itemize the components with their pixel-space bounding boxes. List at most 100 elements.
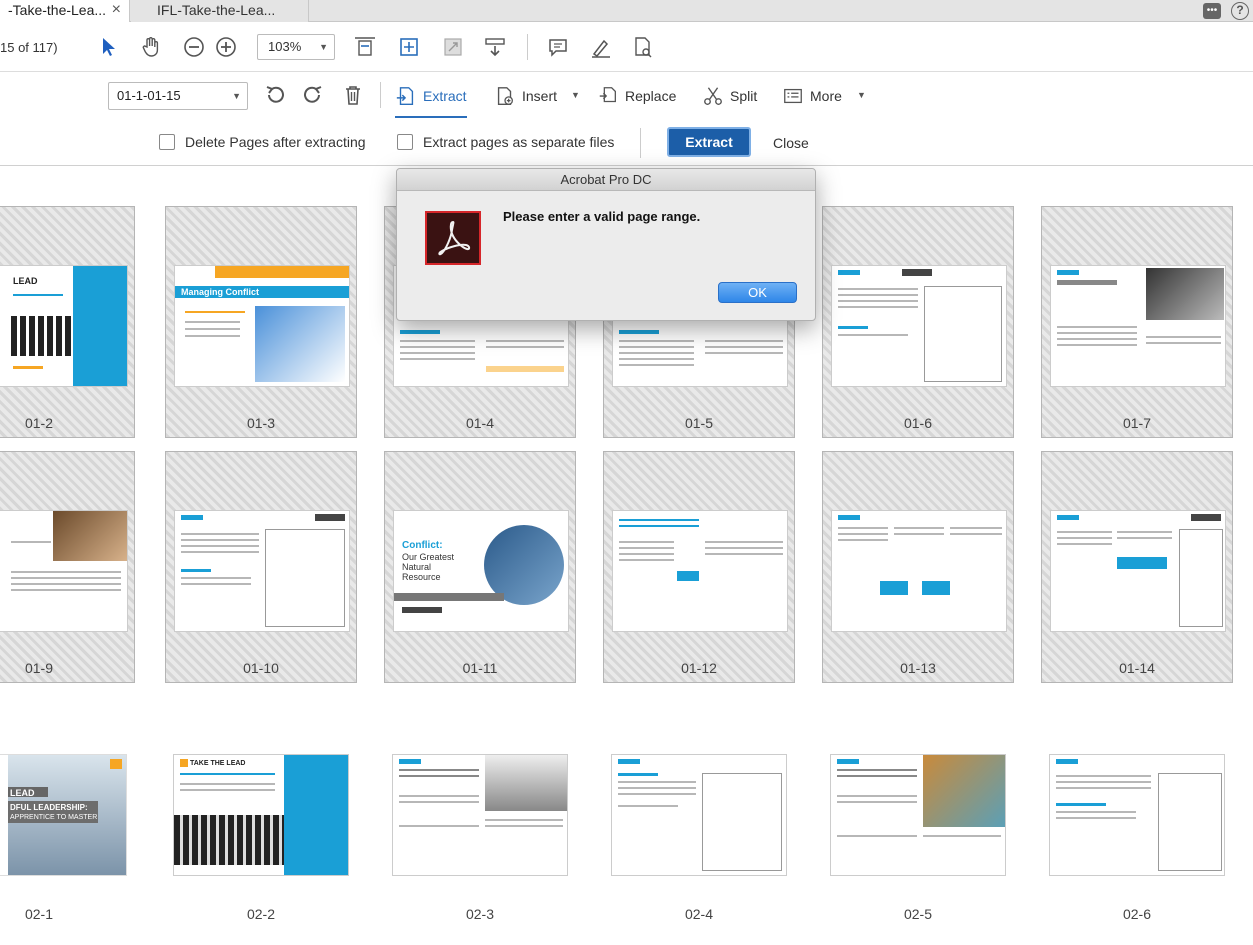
page-thumbnail[interactable]: 01-7: [1041, 206, 1233, 438]
page-range-select[interactable]: 01-1-01-15 ▼: [108, 82, 248, 110]
error-dialog: Acrobat Pro DC Please enter a valid page…: [396, 168, 816, 321]
extract-tool[interactable]: Extract: [395, 82, 467, 118]
page-preview: [1050, 265, 1226, 387]
rotate-left-icon[interactable]: [262, 82, 288, 108]
zoom-in-icon[interactable]: [213, 34, 239, 60]
page-label: 01-11: [462, 660, 498, 676]
scroll-mode-icon[interactable]: [482, 34, 508, 60]
thumb-title: TAKE THE LEAD: [190, 760, 246, 767]
insert-dropdown-icon[interactable]: ▼: [571, 90, 580, 100]
tab-bar-right-icons: ••• ?: [1203, 0, 1253, 22]
rotate-right-icon[interactable]: [300, 82, 326, 108]
page-thumbnail[interactable]: 02-6: [1041, 696, 1233, 928]
more-list-icon: [784, 88, 802, 104]
page-label: 01-14: [1119, 660, 1155, 676]
page-label: 02-2: [246, 906, 276, 922]
page-thumbnail[interactable]: 01-9: [0, 451, 135, 683]
insert-tool-label: Insert: [522, 88, 558, 104]
fill-sign-icon[interactable]: [630, 34, 656, 60]
extract-tool-label: Extract: [423, 88, 467, 104]
tab-label: -Take-the-Lea...: [8, 2, 107, 18]
page-label: 02-5: [903, 906, 933, 922]
extract-options-bar: Delete Pages after extracting Extract pa…: [0, 118, 1253, 166]
delete-pages-checkbox[interactable]: Delete Pages after extracting: [159, 134, 366, 150]
replace-icon: [599, 87, 616, 103]
page-preview: LEAD DFUL LEADERSHIP: APPRENTICE TO MAST…: [0, 754, 127, 876]
close-tab-icon[interactable]: ×: [112, 0, 121, 20]
more-dropdown-icon[interactable]: ▼: [857, 90, 866, 100]
page-count: 15 of 117): [0, 40, 58, 55]
help-icon[interactable]: ?: [1231, 2, 1249, 20]
page-thumbnail[interactable]: 01-13: [822, 451, 1014, 683]
separate-files-checkbox[interactable]: Extract pages as separate files: [397, 134, 614, 150]
messages-icon[interactable]: •••: [1203, 3, 1221, 19]
tab-document-inactive[interactable]: IFL-Take-the-Lea...: [131, 0, 309, 22]
thumb-title: Conflict:: [402, 540, 443, 551]
tab-label: IFL-Take-the-Lea...: [157, 2, 276, 18]
page-thumbnail[interactable]: 01-10: [165, 451, 357, 683]
extract-icon: [396, 87, 414, 105]
page-thumbnail[interactable]: 02-5: [822, 696, 1014, 928]
page-label: 01-3: [246, 415, 276, 431]
thumb-title: Managing Conflict: [181, 287, 259, 297]
page-thumbnail[interactable]: 02-3: [384, 696, 576, 928]
replace-tool-label: Replace: [625, 88, 677, 104]
split-tool[interactable]: Split: [702, 82, 757, 110]
zoom-out-icon[interactable]: [181, 34, 207, 60]
scissors-icon: [704, 87, 722, 105]
page-thumbnail[interactable]: 01-12: [603, 451, 795, 683]
page-preview: Conflict: Our Greatest Natural Resource: [393, 510, 569, 632]
full-screen-icon[interactable]: [396, 34, 422, 60]
replace-tool[interactable]: Replace: [597, 82, 676, 110]
page-label: 01-10: [243, 660, 279, 676]
page-preview: [174, 510, 350, 632]
insert-tool[interactable]: Insert: [494, 82, 557, 110]
ok-button[interactable]: OK: [718, 282, 797, 303]
hand-icon[interactable]: [138, 34, 164, 60]
separate-files-label: Extract pages as separate files: [423, 134, 615, 150]
toolbar-divider: [380, 82, 381, 108]
page-preview: [830, 754, 1006, 876]
comment-icon[interactable]: [545, 34, 571, 60]
thumb-title: LEAD: [10, 788, 35, 798]
rotate-view-icon[interactable]: [440, 34, 466, 60]
more-tool[interactable]: More: [782, 82, 842, 110]
page-thumbnail[interactable]: Conflict: Our Greatest Natural Resource …: [384, 451, 576, 683]
page-thumbnail[interactable]: 02-4: [603, 696, 795, 928]
page-label: 02-4: [684, 906, 714, 922]
page-label: 01-2: [24, 415, 54, 431]
page-preview: TAKE THE LEAD: [173, 754, 349, 876]
checkbox-box[interactable]: [159, 134, 175, 150]
page-thumbnail[interactable]: LEAD 01-2: [0, 206, 135, 438]
insert-icon: [497, 87, 513, 105]
zoom-value: 103%: [268, 39, 302, 54]
more-tool-label: More: [810, 88, 842, 104]
close-button[interactable]: Close: [773, 135, 809, 151]
zoom-level-select[interactable]: 103% ▼: [257, 34, 335, 60]
page-preview: LEAD: [0, 265, 128, 387]
page-thumbnail[interactable]: 01-6: [822, 206, 1014, 438]
thumb-subtitle: Resource: [402, 572, 441, 582]
delete-pages-label: Delete Pages after extracting: [185, 134, 366, 150]
page-preview: [611, 754, 787, 876]
page-preview: [612, 510, 788, 632]
acrobat-logo-icon: [425, 211, 481, 265]
page-range-value: 01-1-01-15: [117, 88, 181, 103]
tab-document-active[interactable]: -Take-the-Lea... ×: [0, 0, 130, 22]
page-thumbnail[interactable]: 01-14: [1041, 451, 1233, 683]
fit-page-icon[interactable]: [352, 34, 378, 60]
page-thumbnail[interactable]: LEAD DFUL LEADERSHIP: APPRENTICE TO MAST…: [0, 696, 135, 928]
page-thumbnail[interactable]: Managing Conflict 01-3: [165, 206, 357, 438]
thumb-subtitle: Our Greatest: [402, 552, 455, 562]
extract-button[interactable]: Extract: [667, 127, 751, 157]
checkbox-box[interactable]: [397, 134, 413, 150]
trash-icon[interactable]: [340, 82, 366, 108]
select-arrow-icon[interactable]: [96, 34, 122, 60]
chevron-down-icon: ▼: [232, 91, 241, 101]
organize-toolbar: 01-1-01-15 ▼ Extract Insert ▼ Replace Sp…: [0, 72, 1253, 118]
page-preview: [1050, 510, 1226, 632]
split-tool-label: Split: [730, 88, 758, 104]
highlight-icon[interactable]: [588, 34, 614, 60]
page-thumbnail[interactable]: TAKE THE LEAD 02-2: [165, 696, 357, 928]
main-toolbar: 15 of 117) 103% ▼: [0, 22, 1253, 72]
